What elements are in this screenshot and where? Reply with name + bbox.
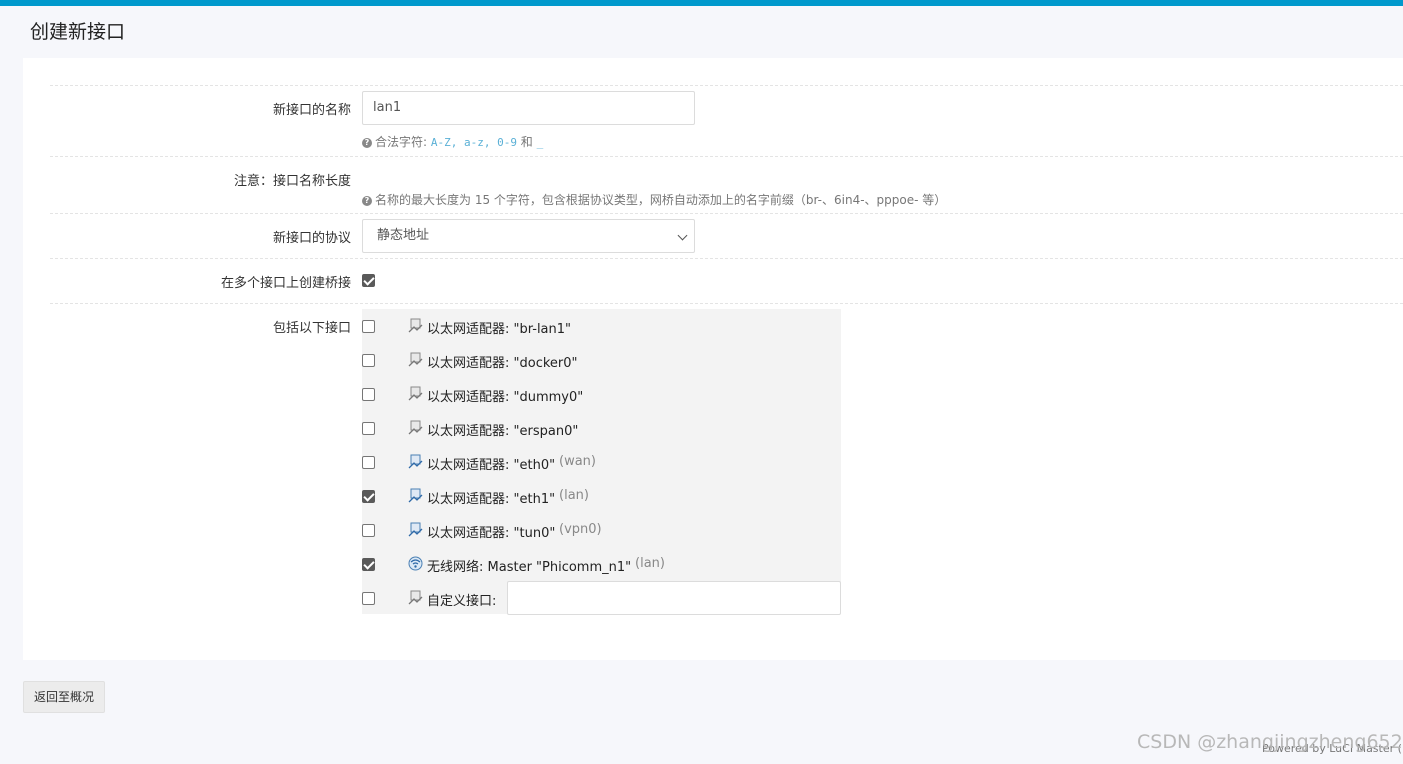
hint-chars: A-Z, a-z, 0-9 bbox=[430, 136, 517, 149]
network-name: lan bbox=[564, 488, 584, 503]
ethernet-icon bbox=[408, 420, 423, 435]
interface-row[interactable]: 以太网适配器: "tun0" (vpn0) bbox=[362, 513, 841, 547]
ethernet-icon bbox=[408, 488, 423, 503]
form-panel: 新接口的名称 lan1 ? 合法字符: A-Z, a-z, 0-9 和 _ 注意：… bbox=[23, 58, 1403, 660]
network-name: lan bbox=[640, 556, 660, 571]
divider bbox=[50, 303, 1403, 304]
interface-row[interactable]: 以太网适配器: "docker0" bbox=[362, 343, 841, 377]
divider bbox=[50, 85, 1403, 86]
network-name: vpn0 bbox=[564, 522, 597, 537]
interface-checkbox[interactable] bbox=[362, 456, 375, 469]
note-hint: ? 名称的最大长度为 15 个字符，包含根据协议类型，网桥自动添加上的名字前缀（b… bbox=[362, 191, 946, 208]
interface-row[interactable]: 以太网适配器: "br-lan1" bbox=[362, 309, 841, 343]
interface-checkbox[interactable] bbox=[362, 422, 375, 435]
interface-label: 以太网适配器: "erspan0" bbox=[427, 424, 579, 439]
ethernet-icon bbox=[408, 352, 423, 367]
interface-label: 以太网适配器: "br-lan1" bbox=[427, 322, 572, 337]
ethernet-icon bbox=[408, 590, 423, 605]
watermark: CSDN @zhangjingzheng6521 bbox=[1137, 731, 1403, 753]
include-label: 包括以下接口 bbox=[272, 321, 351, 336]
name-label: 新接口的名称 bbox=[272, 103, 351, 118]
note-hint-text: 名称的最大长度为 15 个字符，包含根据协议类型，网桥自动添加上的名字前缀（br… bbox=[375, 193, 947, 207]
interface-checkbox[interactable] bbox=[362, 320, 375, 333]
network-name: wan bbox=[564, 454, 591, 469]
hint-prefix: 合法字符: bbox=[375, 135, 428, 149]
divider bbox=[50, 156, 1403, 157]
network-badge: (lan) bbox=[559, 488, 589, 503]
wifi-icon bbox=[408, 556, 423, 571]
help-icon: ? bbox=[362, 138, 372, 148]
interface-row[interactable]: 无线网络: Master "Phicomm_n1" (lan) bbox=[362, 547, 841, 581]
interface-row[interactable]: 以太网适配器: "erspan0" bbox=[362, 411, 841, 445]
interface-row[interactable]: 以太网适配器: "eth0" (wan) bbox=[362, 445, 841, 479]
protocol-value: 静态地址 bbox=[377, 228, 430, 243]
ethernet-icon bbox=[408, 522, 423, 537]
protocol-select[interactable]: 静态地址 bbox=[362, 219, 695, 253]
interface-row[interactable]: 以太网适配器: "dummy0" bbox=[362, 377, 841, 411]
network-badge: (vpn0) bbox=[559, 522, 602, 537]
interface-row[interactable]: 以太网适配器: "eth1" (lan) bbox=[362, 479, 841, 513]
hint-underscore: _ bbox=[536, 136, 544, 149]
ethernet-icon bbox=[408, 386, 423, 401]
interface-name-input[interactable]: lan1 bbox=[362, 91, 695, 125]
bridge-label: 在多个接口上创建桥接 bbox=[220, 276, 351, 291]
custom-interface-input[interactable] bbox=[507, 581, 841, 615]
hint-and: 和 bbox=[520, 135, 533, 149]
interface-label: 无线网络: Master "Phicomm_n1" bbox=[427, 560, 632, 575]
bridge-checkbox[interactable] bbox=[362, 274, 375, 287]
protocol-label: 新接口的协议 bbox=[272, 231, 351, 246]
interface-label: 以太网适配器: "eth0" bbox=[427, 458, 556, 473]
interface-checkbox[interactable] bbox=[362, 354, 375, 367]
custom-interface-checkbox[interactable] bbox=[362, 592, 375, 605]
interface-label: 以太网适配器: "dummy0" bbox=[427, 390, 584, 405]
name-hint: ? 合法字符: A-Z, a-z, 0-9 和 _ bbox=[362, 133, 543, 150]
chevron-down-icon bbox=[677, 230, 688, 241]
custom-interface-row: 自定义接口: bbox=[362, 581, 841, 615]
interface-label: 以太网适配器: "tun0" bbox=[427, 526, 556, 541]
divider bbox=[50, 213, 1403, 214]
divider bbox=[50, 258, 1403, 259]
network-badge: (wan) bbox=[559, 454, 596, 469]
back-to-overview-button[interactable]: 返回至概况 bbox=[23, 681, 105, 713]
interface-checkbox[interactable] bbox=[362, 490, 375, 503]
top-accent-bar bbox=[0, 0, 1403, 6]
ethernet-icon bbox=[408, 454, 423, 469]
interface-label: 以太网适配器: "eth1" bbox=[427, 492, 556, 507]
note-label: 注意：接口名称长度 bbox=[233, 174, 351, 189]
interface-label: 以太网适配器: "docker0" bbox=[427, 356, 578, 371]
interface-checkbox[interactable] bbox=[362, 524, 375, 537]
ethernet-icon bbox=[408, 318, 423, 333]
help-icon: ? bbox=[362, 196, 372, 206]
page-title: 创建新接口 bbox=[30, 21, 126, 43]
interface-checkbox[interactable] bbox=[362, 388, 375, 401]
interface-checkbox[interactable] bbox=[362, 558, 375, 571]
network-badge: (lan) bbox=[635, 556, 665, 571]
custom-interface-label: 自定义接口: bbox=[427, 594, 497, 609]
